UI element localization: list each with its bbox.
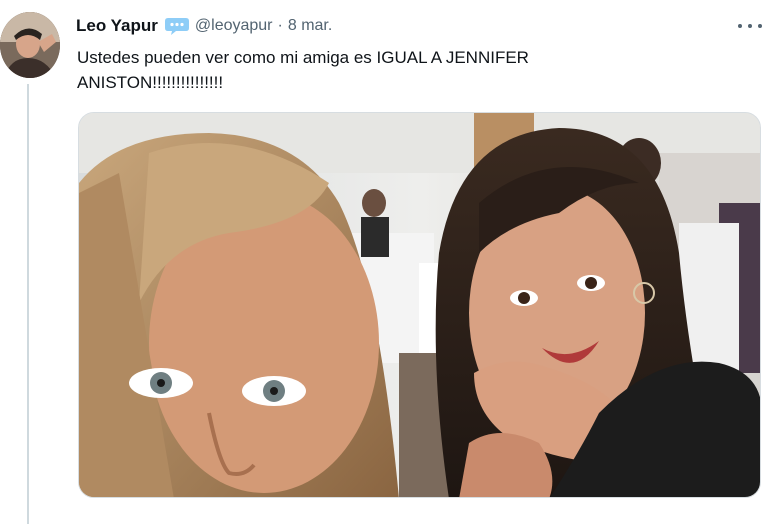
author-handle[interactable]: @leoyapur — [195, 17, 273, 35]
author-name[interactable]: Leo Yapur — [76, 16, 158, 36]
more-dot — [758, 24, 762, 28]
more-options-icon[interactable] — [738, 16, 762, 36]
avatar-image — [0, 12, 60, 78]
more-dot — [738, 24, 742, 28]
avatar[interactable] — [0, 12, 60, 78]
thread-line — [27, 84, 29, 524]
tweet-date[interactable]: 8 mar. — [288, 17, 332, 35]
tweet-header: Leo Yapur @leoyapur · 8 mar. — [76, 16, 332, 36]
speech-bubble-icon — [164, 16, 190, 36]
tweet-photo[interactable] — [78, 112, 761, 498]
more-dot — [748, 24, 752, 28]
tweet-text: Ustedes pueden ver como mi amiga es IGUA… — [77, 48, 529, 92]
header-separator: · — [277, 17, 283, 34]
photo-image — [79, 113, 760, 497]
